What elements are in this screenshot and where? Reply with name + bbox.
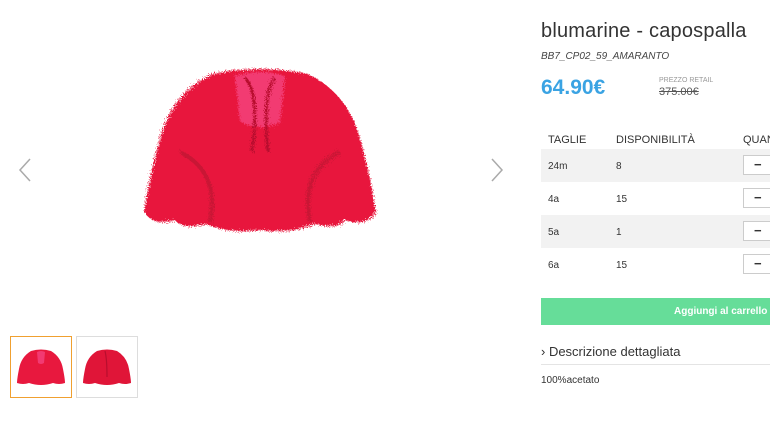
retail-price: 375.00€ (659, 86, 699, 98)
product-title: blumarine - capospalla (541, 20, 747, 42)
size-label: 4a (548, 194, 560, 205)
quantity-decrease-button[interactable]: − (743, 155, 770, 175)
size-label: 5a (548, 227, 560, 238)
product-gallery (0, 0, 520, 427)
header-availability: DISPONIBILITÀ (616, 134, 695, 146)
quantity-decrease-button[interactable]: − (743, 254, 770, 274)
divider (541, 364, 770, 365)
availability-value: 1 (616, 227, 622, 238)
prev-image-button[interactable] (16, 155, 36, 185)
thumbnail-1[interactable] (10, 336, 72, 398)
table-row: 24m 8 − (541, 149, 770, 182)
sizes-table-header: TAGLIE DISPONIBILITÀ QUANTITÀ (541, 131, 770, 149)
chevron-left-icon (18, 158, 31, 182)
thumbnail-2[interactable] (76, 336, 138, 398)
size-label: 6a (548, 260, 560, 271)
header-quantity: QUANTITÀ (743, 134, 770, 146)
chevron-right-icon (491, 158, 504, 182)
table-row: 6a 15 − (541, 248, 770, 281)
availability-value: 15 (616, 260, 628, 271)
next-image-button[interactable] (486, 155, 506, 185)
header-size: TAGLIE (548, 134, 587, 146)
thumbnail-image (83, 349, 131, 385)
retail-price-label: PREZZO RETAIL (659, 77, 714, 84)
product-image (144, 69, 376, 232)
thumbnail-strip (10, 336, 138, 398)
quantity-decrease-button[interactable]: − (743, 188, 770, 208)
quantity-decrease-button[interactable]: − (743, 221, 770, 241)
add-to-cart-button[interactable]: Aggiungi al carrello (541, 298, 770, 325)
product-price: 64.90€ (541, 76, 606, 99)
size-label: 24m (548, 161, 568, 172)
thumbnail-image (17, 349, 65, 385)
availability-value: 8 (616, 161, 622, 172)
availability-value: 15 (616, 194, 628, 205)
table-row: 4a 15 − (541, 182, 770, 215)
product-sku: BB7_CP02_59_AMARANTO (541, 51, 670, 62)
product-description: 100%acetato (541, 375, 600, 386)
description-toggle[interactable]: › Descrizione dettagliata (541, 344, 680, 359)
product-info: blumarine - capospalla BB7_CP02_59_AMARA… (541, 0, 770, 427)
sizes-table: TAGLIE DISPONIBILITÀ QUANTITÀ 24m 8 − 4a… (541, 131, 770, 281)
table-row: 5a 1 − (541, 215, 770, 248)
